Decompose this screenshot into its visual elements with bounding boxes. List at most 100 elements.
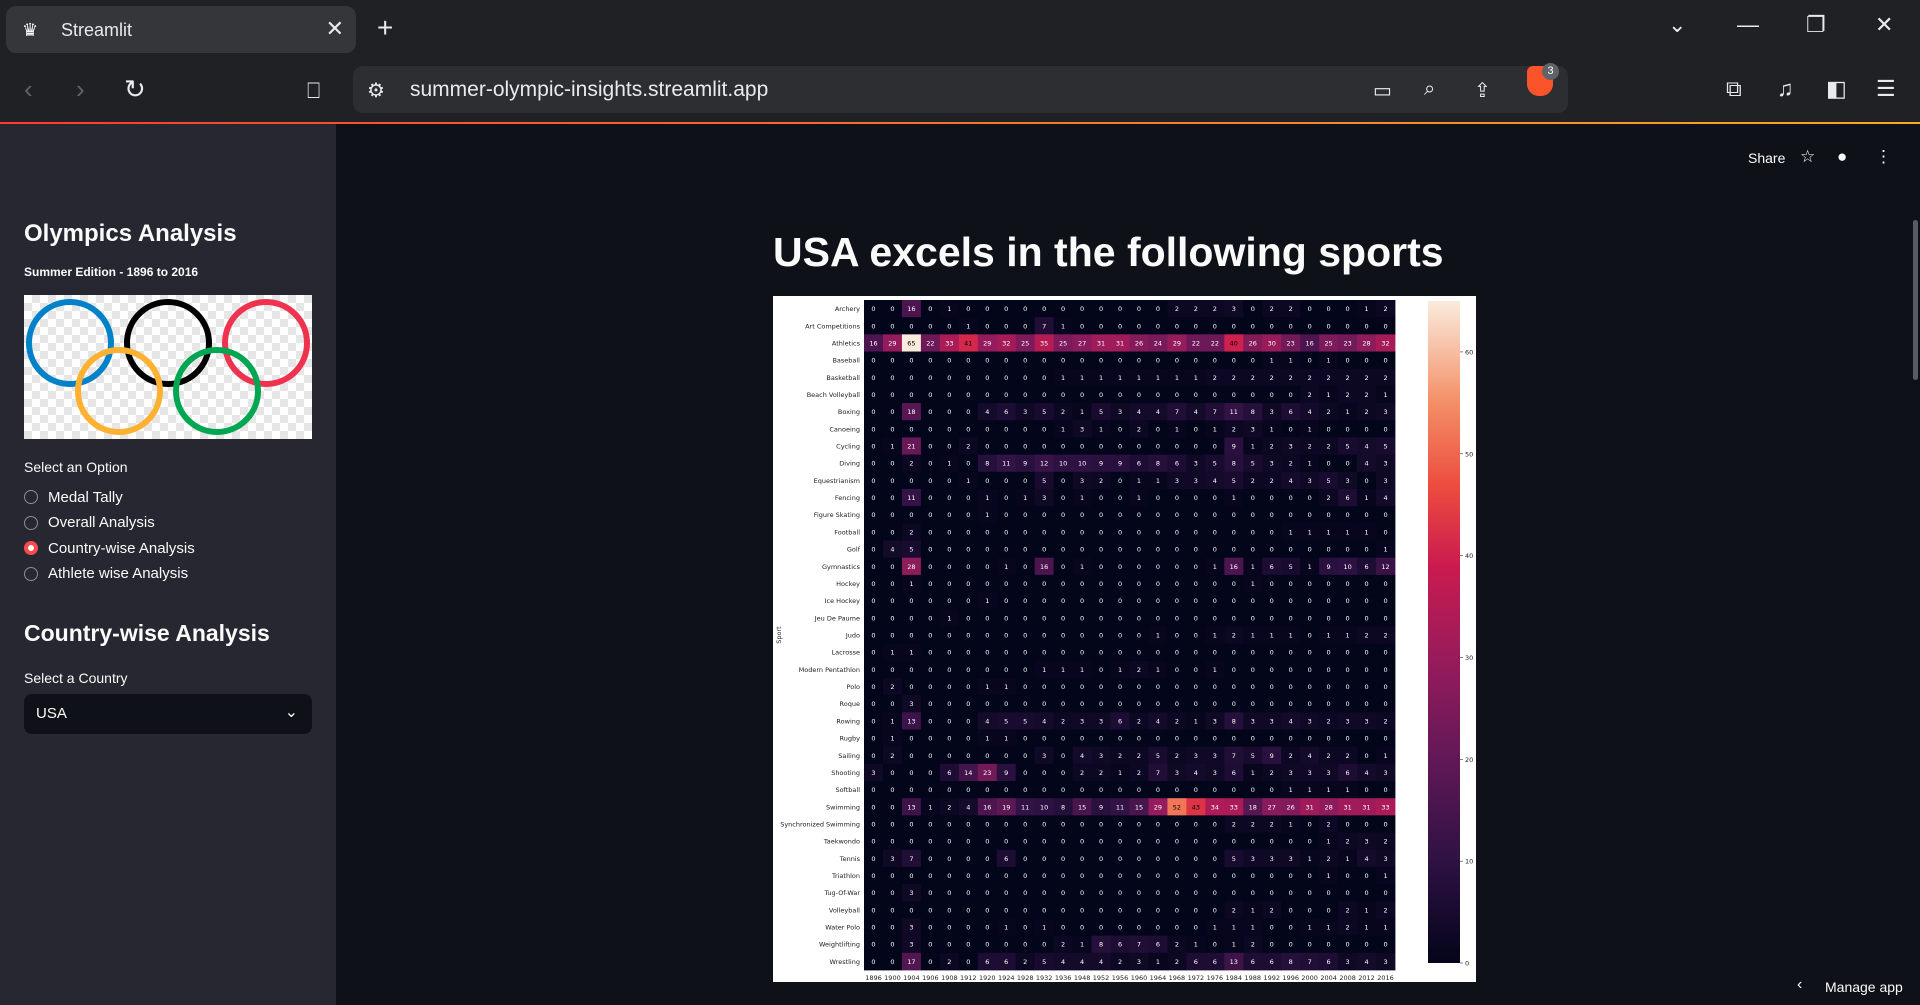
cell-value-label: 3 xyxy=(1099,752,1103,760)
restore-icon[interactable]: ❐ xyxy=(1806,12,1826,38)
cell-value-label: 0 xyxy=(1364,683,1368,691)
cell-value-label: 0 xyxy=(1327,906,1331,914)
cell-value-label: 1 xyxy=(1080,374,1084,382)
cell-value-label: 0 xyxy=(947,838,951,846)
cell-value-label: 0 xyxy=(1175,683,1179,691)
cell-value-label: 2 xyxy=(1346,924,1350,932)
cell-value-label: 0 xyxy=(1099,391,1103,399)
cell-value-label: 0 xyxy=(928,528,932,536)
cell-value-label: 0 xyxy=(1194,597,1198,605)
cell-value-label: 0 xyxy=(1004,546,1008,554)
forward-icon[interactable]: › xyxy=(76,74,85,105)
cell-value-label: 3 xyxy=(1327,769,1331,777)
cell-value-label: 3 xyxy=(1118,408,1122,416)
address-bar[interactable]: ⚙ summer-olympic-insights.streamlit.app … xyxy=(353,66,1568,113)
cell-value-label: 0 xyxy=(1383,820,1387,828)
cell-value-label: 0 xyxy=(1023,597,1027,605)
scrollbar[interactable] xyxy=(1913,220,1918,380)
window-close-icon[interactable]: ✕ xyxy=(1875,12,1893,38)
cell-value-label: 0 xyxy=(1080,443,1084,451)
cell-value-label: 1 xyxy=(1327,391,1331,399)
cell-value-label: 0 xyxy=(1308,889,1312,897)
manage-app-button[interactable]: Manage app xyxy=(1825,979,1903,995)
country-select[interactable]: USA ⌄ xyxy=(24,694,312,734)
cell-value-label: 0 xyxy=(947,477,951,485)
zoom-icon[interactable]: ⌕ xyxy=(1424,78,1435,101)
cell-value-label: 3 xyxy=(1080,717,1084,725)
cell-value-label: 9 xyxy=(1004,769,1008,777)
cell-value-label: 1 xyxy=(1175,425,1179,433)
cell-value-label: 2 xyxy=(1061,717,1065,725)
cell-value-label: 0 xyxy=(1137,357,1141,365)
cell-value-label: 0 xyxy=(1270,666,1274,674)
cell-value-label: 0 xyxy=(1213,597,1217,605)
browser-tab[interactable]: ♛ Streamlit ✕ xyxy=(6,6,356,53)
cell-value-label: 0 xyxy=(928,717,932,725)
cell-value-label: 0 xyxy=(1004,443,1008,451)
x-tick-label: 2004 xyxy=(1320,974,1337,982)
y-tick-label: Synchronized Swimming xyxy=(780,820,860,828)
cell-value-label: 0 xyxy=(1042,305,1046,313)
plus-icon[interactable]: + xyxy=(377,12,393,44)
extensions-icon[interactable]: ⧉ xyxy=(1726,76,1742,102)
cell-value-label: 27 xyxy=(1078,339,1086,347)
cell-value-label: 7 xyxy=(1137,941,1141,949)
radio-option[interactable]: Country-wise Analysis xyxy=(24,537,195,559)
close-tab-icon[interactable]: ✕ xyxy=(326,16,344,42)
cell-value-label: 0 xyxy=(1175,889,1179,897)
bookmark-icon[interactable]: ⎕ xyxy=(307,78,320,104)
cell-value-label: 0 xyxy=(928,666,932,674)
cell-value-label: 6 xyxy=(1251,958,1255,966)
cell-value-label: 7 xyxy=(1308,958,1312,966)
tab-search-chevron-icon[interactable]: ⌄ xyxy=(1668,12,1686,38)
back-icon[interactable]: ‹ xyxy=(24,74,33,105)
share-button[interactable]: Share xyxy=(1748,150,1785,166)
cell-value-label: 7 xyxy=(1042,322,1046,330)
radio-button[interactable] xyxy=(24,490,38,504)
cell-value-label: 0 xyxy=(1061,443,1065,451)
radio-button[interactable] xyxy=(24,566,38,581)
cell-value-label: 0 xyxy=(928,494,932,502)
cell-value-label: 2 xyxy=(1137,769,1141,777)
cast-icon[interactable]: ▭ xyxy=(1373,78,1392,103)
more-icon[interactable]: ⋮ xyxy=(1875,147,1892,167)
radio-button[interactable] xyxy=(24,541,38,555)
cell-value-label: 0 xyxy=(1023,838,1027,846)
cell-value-label: 7 xyxy=(1156,769,1160,777)
cell-value-label: 0 xyxy=(1156,855,1160,863)
cell-value-label: 0 xyxy=(871,357,875,365)
url-text[interactable]: summer-olympic-insights.streamlit.app xyxy=(410,78,768,102)
radio-button[interactable] xyxy=(24,515,38,530)
cell-value-label: 0 xyxy=(1194,511,1198,519)
cell-value-label: 0 xyxy=(1137,528,1141,536)
github-icon[interactable]: ● xyxy=(1837,147,1847,167)
heatmap-figure: 0 0 16 0 1 0 0 0 0 0 0 0 0 0 0 0 2 2 2 3 0 2 2 0 0 0 1 2 0 0 0 0 0 1 0 0 0 7 1… xyxy=(773,296,1476,991)
cell-value-label: 0 xyxy=(1004,511,1008,519)
cell-value-label: 0 xyxy=(928,305,932,313)
cell-value-label: 11 xyxy=(907,494,915,502)
cell-value-label: 1 xyxy=(1346,528,1350,536)
sidebar-toggle-icon[interactable]: ◧ xyxy=(1826,76,1847,102)
cell-value-label: 0 xyxy=(947,820,951,828)
cell-value-label: 0 xyxy=(947,597,951,605)
minimize-icon[interactable]: — xyxy=(1737,12,1759,38)
reload-icon[interactable]: ↻ xyxy=(124,74,146,105)
cell-value-label: 1 xyxy=(909,580,913,588)
cell-value-label: 1 xyxy=(1099,425,1103,433)
radio-option[interactable]: Medal Tally xyxy=(24,486,123,508)
radio-option[interactable]: Athlete wise Analysis xyxy=(24,563,188,585)
share-page-icon[interactable]: ⇪ xyxy=(1474,78,1491,103)
media-icon[interactable]: ♫ xyxy=(1777,76,1794,102)
star-icon[interactable]: ☆ xyxy=(1800,147,1815,167)
cell-value-label: 0 xyxy=(1251,889,1255,897)
cell-value-label: 2 xyxy=(1346,906,1350,914)
menu-icon[interactable]: ☰ xyxy=(1876,76,1896,102)
cell-value-label: 10 xyxy=(1059,460,1067,468)
cell-value-label: 13 xyxy=(907,717,915,725)
colorbar-tick-label: 0 xyxy=(1465,960,1469,968)
y-tick-label: Wrestling xyxy=(830,958,860,966)
cell-value-label: 25 xyxy=(1324,339,1332,347)
radio-option[interactable]: Overall Analysis xyxy=(24,512,155,534)
site-settings-icon[interactable]: ⚙ xyxy=(367,78,385,103)
cell-value-label: 13 xyxy=(907,803,915,811)
